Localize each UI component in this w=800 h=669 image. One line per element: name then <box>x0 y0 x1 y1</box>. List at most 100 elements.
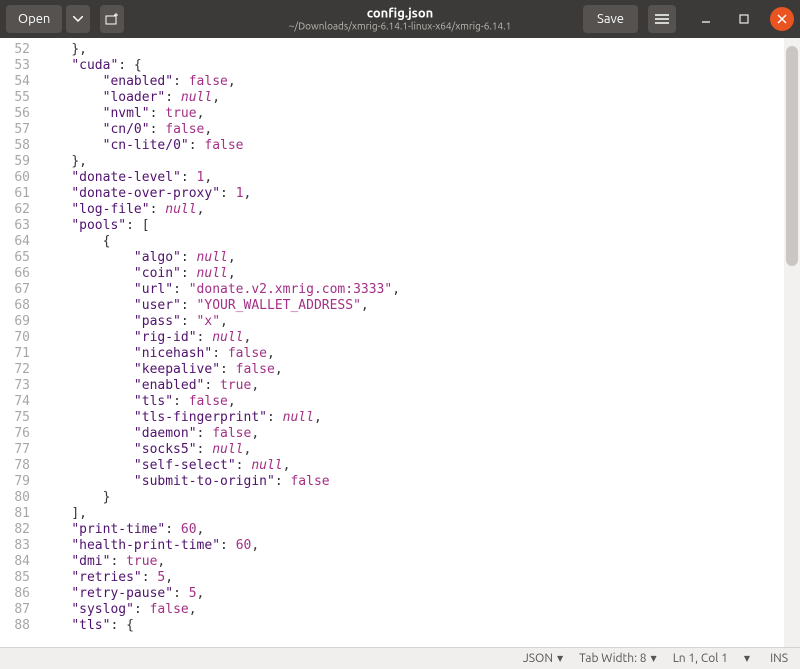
line-number: 62 <box>0 202 30 218</box>
code-line[interactable]: "nvml": true, <box>40 106 800 122</box>
code-line[interactable]: "rig-id": null, <box>40 330 800 346</box>
code-line[interactable]: "cuda": { <box>40 58 800 74</box>
code-view[interactable]: }, "cuda": { "enabled": false, "loader":… <box>40 38 800 647</box>
code-line[interactable]: "donate-over-proxy": 1, <box>40 186 800 202</box>
code-line[interactable]: }, <box>40 42 800 58</box>
hamburger-icon <box>655 14 669 24</box>
code-line[interactable]: "tls": { <box>40 618 800 634</box>
line-number: 61 <box>0 186 30 202</box>
scroll-thumb[interactable] <box>786 46 798 266</box>
code-line[interactable]: "nicehash": false, <box>40 346 800 362</box>
code-line[interactable]: "syslog": false, <box>40 602 800 618</box>
line-number: 59 <box>0 154 30 170</box>
status-cursor-position[interactable]: Ln 1, Col 1 <box>673 652 728 665</box>
line-number: 82 <box>0 522 30 538</box>
editor-window: Open config.json ~/Downloads/xmrig-6.14.… <box>0 0 800 669</box>
code-line[interactable]: "url": "donate.v2.xmrig.com:3333", <box>40 282 800 298</box>
code-line[interactable]: "tls": false, <box>40 394 800 410</box>
code-line[interactable]: "pass": "x", <box>40 314 800 330</box>
code-line[interactable]: }, <box>40 154 800 170</box>
status-insert-label: INS <box>770 652 788 665</box>
new-document-button[interactable] <box>100 5 124 33</box>
line-number: 87 <box>0 602 30 618</box>
line-number: 81 <box>0 506 30 522</box>
code-line[interactable]: "cn-lite/0": false <box>40 138 800 154</box>
code-line[interactable]: "daemon": false, <box>40 426 800 442</box>
save-button[interactable]: Save <box>583 5 638 33</box>
file-path: ~/Downloads/xmrig-6.14.1-linux-x64/xmrig… <box>289 21 511 32</box>
line-number: 79 <box>0 474 30 490</box>
vertical-scrollbar[interactable] <box>784 38 800 647</box>
line-number: 67 <box>0 282 30 298</box>
code-line[interactable]: "algo": null, <box>40 250 800 266</box>
editor-area[interactable]: 5253545556575859606162636465666768697071… <box>0 38 800 647</box>
code-line[interactable]: "print-time": 60, <box>40 522 800 538</box>
open-button[interactable]: Open <box>6 5 62 33</box>
line-number: 84 <box>0 554 30 570</box>
code-line[interactable]: ], <box>40 506 800 522</box>
line-number: 60 <box>0 170 30 186</box>
code-line[interactable]: "retry-pause": 5, <box>40 586 800 602</box>
line-number: 58 <box>0 138 30 154</box>
line-number: 72 <box>0 362 30 378</box>
code-line[interactable]: "dmi": true, <box>40 554 800 570</box>
code-line[interactable]: "loader": null, <box>40 90 800 106</box>
line-number: 65 <box>0 250 30 266</box>
line-number: 78 <box>0 458 30 474</box>
maximize-icon <box>739 14 749 24</box>
code-line[interactable]: "tls-fingerprint": null, <box>40 410 800 426</box>
line-number: 76 <box>0 426 30 442</box>
line-number: 63 <box>0 218 30 234</box>
open-recent-dropdown[interactable] <box>66 5 90 33</box>
line-number: 64 <box>0 234 30 250</box>
code-line[interactable]: "retries": 5, <box>40 570 800 586</box>
chevron-down-icon <box>73 16 83 22</box>
line-number-gutter: 5253545556575859606162636465666768697071… <box>0 38 40 647</box>
line-number: 70 <box>0 330 30 346</box>
code-line[interactable]: "health-print-time": 60, <box>40 538 800 554</box>
code-line[interactable]: "pools": [ <box>40 218 800 234</box>
line-number: 56 <box>0 106 30 122</box>
status-insert-mode[interactable]: ▼ INS <box>744 652 788 665</box>
code-line[interactable]: "socks5": null, <box>40 442 800 458</box>
code-line[interactable]: "log-file": null, <box>40 202 800 218</box>
line-number: 80 <box>0 490 30 506</box>
line-number: 77 <box>0 442 30 458</box>
chevron-down-icon: ▼ <box>744 654 750 663</box>
close-icon <box>777 14 787 24</box>
code-line[interactable]: "coin": null, <box>40 266 800 282</box>
code-line[interactable]: "cn/0": false, <box>40 122 800 138</box>
code-line[interactable]: "enabled": true, <box>40 378 800 394</box>
line-number: 71 <box>0 346 30 362</box>
status-filetype[interactable]: JSON ▼ <box>523 652 563 665</box>
status-tabwidth-label: Tab Width: 8 <box>579 652 646 665</box>
maximize-button[interactable] <box>732 7 756 31</box>
code-line[interactable]: { <box>40 234 800 250</box>
code-line[interactable]: } <box>40 490 800 506</box>
code-line[interactable]: "user": "YOUR_WALLET_ADDRESS", <box>40 298 800 314</box>
line-number: 83 <box>0 538 30 554</box>
code-line[interactable]: "self-select": null, <box>40 458 800 474</box>
status-tabwidth[interactable]: Tab Width: 8 ▼ <box>579 652 657 665</box>
code-line[interactable]: "keepalive": false, <box>40 362 800 378</box>
close-button[interactable] <box>770 7 794 31</box>
minimize-icon <box>701 14 711 24</box>
status-bar: JSON ▼ Tab Width: 8 ▼ Ln 1, Col 1 ▼ INS <box>0 647 800 669</box>
chevron-down-icon: ▼ <box>651 654 657 663</box>
line-number: 53 <box>0 58 30 74</box>
line-number: 85 <box>0 570 30 586</box>
line-number: 74 <box>0 394 30 410</box>
code-line[interactable]: "enabled": false, <box>40 74 800 90</box>
line-number: 55 <box>0 90 30 106</box>
minimize-button[interactable] <box>694 7 718 31</box>
new-tab-icon <box>105 13 119 25</box>
status-position-label: Ln 1, Col 1 <box>673 652 728 665</box>
line-number: 69 <box>0 314 30 330</box>
hamburger-menu-button[interactable] <box>648 5 676 33</box>
title-area: config.json ~/Downloads/xmrig-6.14.1-lin… <box>289 6 511 31</box>
file-title: config.json <box>289 6 511 20</box>
status-filetype-label: JSON <box>523 652 553 665</box>
header-bar: Open config.json ~/Downloads/xmrig-6.14.… <box>0 0 800 38</box>
code-line[interactable]: "submit-to-origin": false <box>40 474 800 490</box>
code-line[interactable]: "donate-level": 1, <box>40 170 800 186</box>
